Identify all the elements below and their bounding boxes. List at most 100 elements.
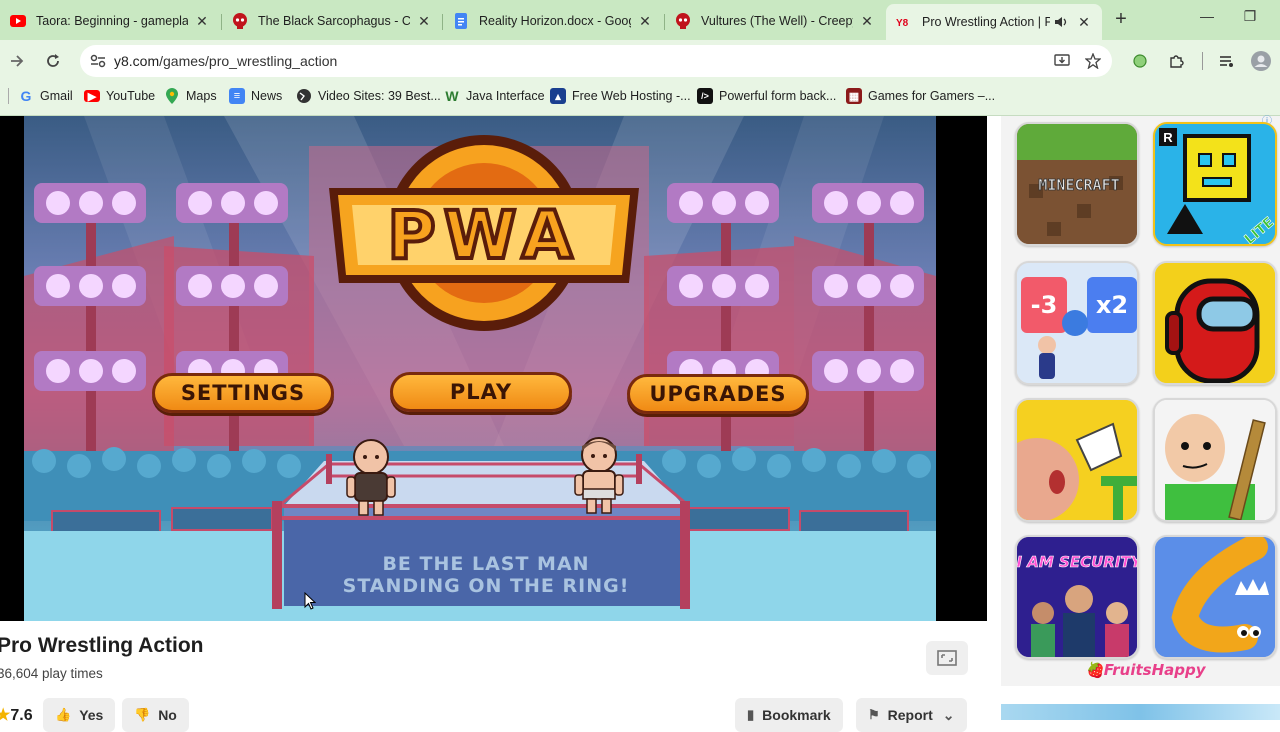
close-icon[interactable]: ✕	[416, 13, 432, 30]
bookmark-youtube[interactable]: ▶ YouTube	[84, 86, 155, 106]
upgrades-button[interactable]: UPGRADES	[627, 374, 809, 414]
game-thumb-geometry-dash[interactable]: R LITE	[1153, 122, 1277, 246]
tagline-line-2: STANDING ON THE RING!	[342, 575, 630, 597]
audio-playing-icon[interactable]	[1054, 16, 1070, 28]
chevron-down-icon: ⌄	[942, 706, 955, 723]
light-bulb	[679, 191, 703, 215]
dislike-button[interactable]: 👎 No	[122, 698, 189, 732]
light-bulb	[712, 191, 736, 215]
extensions-puzzle-icon[interactable]	[1165, 50, 1187, 72]
tab-black-sarcophagus[interactable]: The Black Sarcophagus - Cree ✕	[222, 6, 442, 36]
tagline-line-1: BE THE LAST MAN	[382, 553, 590, 575]
bookmarks-divider	[8, 88, 9, 104]
play-button[interactable]: PLAY	[390, 372, 572, 412]
bookmark-label: Free Web Hosting -...	[572, 89, 691, 103]
chicken-escape-thumbnail	[1017, 400, 1137, 520]
svg-text:R: R	[1163, 130, 1173, 145]
light-bulb	[857, 274, 881, 298]
close-icon[interactable]: ✕	[637, 13, 653, 30]
settings-button[interactable]: SETTINGS	[152, 373, 334, 413]
address-bar[interactable]: y8.com/games/pro_wrestling_action	[80, 45, 1112, 77]
bookmark-gmail[interactable]: G Gmail	[18, 86, 73, 106]
light-bulb	[890, 274, 914, 298]
site-info-icon[interactable]	[88, 54, 108, 68]
bookmark-label: Maps	[186, 89, 217, 103]
tab-taora[interactable]: Taora: Beginning - gameplay ( ✕	[0, 6, 220, 36]
game-title: Pro Wrestling Action	[0, 634, 204, 657]
sponsor-label: FruitsHappy	[1103, 661, 1206, 679]
light-bulb	[679, 274, 703, 298]
game-thumb-slither[interactable]	[1153, 535, 1277, 659]
new-tab-button[interactable]: +	[1110, 9, 1132, 31]
game-thumb-chicken-escape[interactable]	[1015, 398, 1139, 522]
light-bulb	[79, 191, 103, 215]
game-thumb-i-am-security[interactable]: I AM SECURITY	[1015, 535, 1139, 659]
sponsor-fruitshappy[interactable]: 🍓FruitsHappy	[1085, 661, 1206, 679]
rating-value: 7.6	[10, 707, 33, 724]
bookmark-star-icon[interactable]	[1084, 52, 1102, 70]
bookmark-games-for-gamers[interactable]: ▦ Games for Gamers –...	[846, 86, 995, 106]
svg-text:-3: -3	[1031, 291, 1058, 319]
bookmark-free-web-hosting[interactable]: ▴ Free Web Hosting -...	[550, 86, 691, 106]
y8-icon: Y8	[896, 14, 912, 30]
close-icon[interactable]: ✕	[859, 13, 875, 30]
tab-vultures[interactable]: Vultures (The Well) - Creepyp ✕	[665, 6, 885, 36]
star-icon: ★	[0, 707, 11, 724]
tab-reality-horizon[interactable]: Reality Horizon.docx - Google ✕	[443, 6, 663, 36]
light-bulb	[890, 359, 914, 383]
game-thumb-among-us[interactable]	[1153, 261, 1277, 385]
game-canvas[interactable]: PWA SETTINGS PLAY UPGRADES BE THE LAST M…	[24, 116, 936, 621]
bookmark-video-sites[interactable]: Video Sites: 39 Best...	[296, 86, 441, 106]
logo-text: PWA	[387, 197, 580, 274]
light-bulb	[46, 359, 70, 383]
light-bulb	[46, 191, 70, 215]
bookmark-form-backend[interactable]: /> Powerful form back...	[697, 86, 836, 106]
report-button[interactable]: ⚑ Report ⌄	[856, 698, 967, 732]
like-button[interactable]: 👍 Yes	[43, 698, 116, 732]
light-bulb	[824, 191, 848, 215]
bookmark-news[interactable]: ≡ News	[229, 86, 282, 106]
svg-text:Y8: Y8	[896, 18, 909, 28]
report-label: Report	[887, 707, 933, 723]
minecraft-thumbnail: MINECRAFT	[1017, 124, 1137, 244]
game-thumb-minecraft[interactable]: MINECRAFT	[1015, 122, 1139, 246]
tab-title: The Black Sarcophagus - Cree	[258, 14, 410, 28]
extension-leaf-icon[interactable]	[1129, 50, 1151, 72]
play-count: 36,604 play times	[0, 666, 103, 681]
media-control-icon[interactable]	[1216, 50, 1238, 72]
pwa-logo: PWA	[329, 135, 639, 331]
bookmark-button[interactable]: ▮ Bookmark	[735, 698, 843, 732]
terminal-icon: />	[697, 88, 713, 104]
bookmark-java-interface[interactable]: W Java Interface	[444, 86, 544, 106]
tab-title: Reality Horizon.docx - Google	[479, 14, 631, 28]
bookmark-maps[interactable]: Maps	[164, 86, 217, 106]
maps-icon	[164, 88, 180, 104]
install-app-icon[interactable]	[1053, 52, 1071, 70]
url-path: /games/pro_wrestling_action	[159, 53, 338, 69]
sidebar-ad-banner[interactable]	[1001, 704, 1280, 720]
wrestler-bald	[346, 439, 396, 516]
game-frame: PWA SETTINGS PLAY UPGRADES BE THE LAST M…	[0, 116, 987, 621]
geometry-dash-thumbnail: RLITE	[1155, 124, 1275, 244]
game-tagline: BE THE LAST MAN STANDING ON THE RING!	[286, 553, 686, 597]
profile-avatar[interactable]	[1250, 50, 1272, 72]
restore-button[interactable]: ❐	[1238, 8, 1262, 25]
fullscreen-button[interactable]	[926, 641, 968, 675]
tab-pro-wrestling-action[interactable]: Y8 Pro Wrestling Action | Pla ✕	[886, 4, 1102, 40]
rating: ★7.6	[0, 705, 33, 725]
flag-icon: ⚑	[868, 707, 880, 722]
baldi-thumbnail	[1155, 400, 1275, 520]
reload-button[interactable]	[40, 48, 66, 74]
close-icon[interactable]: ✕	[1076, 14, 1092, 31]
like-label: Yes	[79, 707, 104, 723]
game-thumb-baldi[interactable]	[1153, 398, 1277, 522]
light-bulb	[112, 274, 136, 298]
forward-button[interactable]	[4, 48, 30, 74]
among-us-thumbnail	[1155, 263, 1275, 383]
close-icon[interactable]: ✕	[194, 13, 210, 30]
minimize-button[interactable]: —	[1195, 8, 1219, 24]
game-thumb-crowd-runner[interactable]: -3 x2	[1015, 261, 1139, 385]
i-am-security-thumbnail: I AM SECURITY	[1017, 537, 1137, 657]
light-bulb	[745, 191, 769, 215]
fullscreen-icon	[937, 650, 957, 666]
